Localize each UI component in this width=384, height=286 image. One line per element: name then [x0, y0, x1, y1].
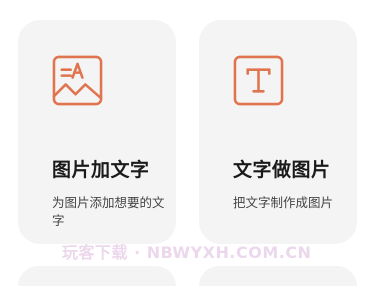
watermark-text: 玩客下载 · NBWYXH.COM.CN — [62, 243, 312, 262]
image-with-text-icon — [52, 55, 103, 106]
next-row-card[interactable] — [18, 266, 176, 286]
image-add-text-card[interactable]: 图片加文字 为图片添加想要的文字 — [18, 20, 176, 244]
card-description: 把文字制作成图片 — [233, 195, 334, 210]
card-title: 文字做图片 — [233, 159, 331, 181]
text-t-icon — [233, 55, 284, 106]
card-description: 为图片添加想要的文字 — [52, 195, 165, 228]
next-row-card[interactable] — [199, 266, 357, 286]
card-title: 图片加文字 — [52, 159, 150, 181]
text-to-image-card[interactable]: 文字做图片 把文字制作成图片 — [199, 20, 357, 244]
